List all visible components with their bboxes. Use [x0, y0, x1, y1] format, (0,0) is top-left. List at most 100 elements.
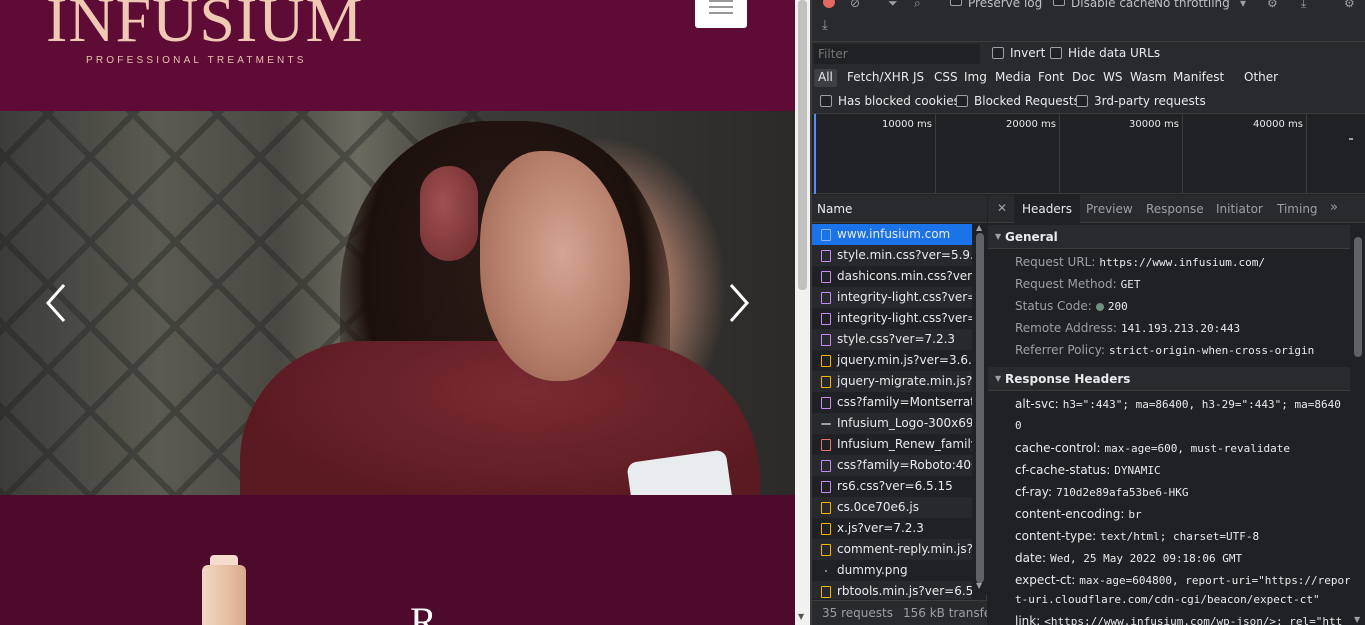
general-row: Request URL: https://www.infusium.com/ [1015, 255, 1265, 269]
scroll-down-arrow-icon[interactable]: ▼ [798, 612, 804, 621]
site-logo[interactable]: INFUSIUM [46, 0, 363, 52]
scroll-down-arrow-icon[interactable]: ▼ [976, 581, 982, 590]
clear-icon[interactable]: ⊘ [850, 0, 860, 10]
filter-input[interactable] [814, 44, 980, 64]
blocked-filter-bar: Has blocked cookies Blocked Requests 3rd… [812, 90, 1365, 114]
tab-response[interactable]: Response [1146, 202, 1204, 216]
expand-triangle-icon: ▼ [995, 374, 1002, 383]
script-icon [821, 544, 831, 556]
has-blocked-cookies-label: Has blocked cookies [838, 94, 960, 108]
type-filter-wasm[interactable]: Wasm [1126, 69, 1170, 87]
request-row[interactable]: Infusium_Renew_family_slider.jpg [812, 434, 972, 455]
menu-bar-icon [709, 6, 733, 8]
blocked-requests-checkbox[interactable] [956, 95, 968, 107]
request-row[interactable]: rbtools.min.js?ver=6.5.15 [812, 581, 972, 599]
invert-checkbox[interactable] [992, 47, 1004, 59]
stylesheet-icon [821, 292, 831, 304]
network-overview-timeline[interactable]: 10000 ms 20000 ms 30000 ms 40000 ms [812, 114, 1365, 194]
type-filter-media[interactable]: Media [991, 69, 1035, 87]
request-list-scrollbar[interactable]: ▲ ▼ [972, 223, 987, 595]
network-conditions-icon[interactable]: ⚙ [1267, 0, 1278, 10]
request-row[interactable]: style.css?ver=7.2.3 [812, 329, 972, 350]
request-row[interactable]: x.js?ver=7.2.3 [812, 518, 972, 539]
website-scrollbar-thumb[interactable] [798, 0, 807, 290]
request-row[interactable]: integrity-light.css?ver=7.2.3 [812, 308, 972, 329]
throttling-select[interactable]: No throttling [1154, 0, 1230, 10]
type-filter-img[interactable]: Img [960, 69, 991, 87]
slider-next-arrow-icon[interactable] [725, 281, 753, 325]
detail-scrollbar[interactable]: ▼ [1350, 237, 1365, 625]
type-filter-other[interactable]: Other [1240, 69, 1282, 87]
general-row: Referrer Policy: strict-origin-when-cross… [1015, 343, 1314, 357]
settings-gear-icon[interactable]: ⚙ [1344, 0, 1355, 10]
request-row[interactable]: rs6.css?ver=6.5.15 [812, 476, 972, 497]
timeline-tick-label: 40000 ms [1253, 119, 1303, 130]
timeline-gridline [935, 114, 936, 194]
response-headers-section-header[interactable]: ▼ Response Headers [988, 367, 1350, 391]
preserve-log-checkbox[interactable] [950, 0, 962, 6]
type-filter-css[interactable]: CSS [930, 69, 962, 87]
resource-type-filter: All Fetch/XHR JS CSS Img Media Font Doc … [812, 66, 1365, 90]
type-filter-js[interactable]: JS [909, 69, 928, 87]
request-row[interactable]: css?family=Roboto:400&display=swap [812, 455, 972, 476]
request-row[interactable]: style.min.css?ver=5.9.3 [812, 245, 972, 266]
type-filter-ws[interactable]: WS [1099, 69, 1126, 87]
expand-triangle-icon: ▼ [995, 232, 1002, 241]
request-row[interactable]: jquery.min.js?ver=3.6.0 [812, 350, 972, 371]
request-row[interactable]: jquery-migrate.min.js?ver=3.3.2 [812, 371, 972, 392]
hamburger-menu-button[interactable] [695, 0, 747, 28]
type-filter-doc[interactable]: Doc [1068, 69, 1099, 87]
third-party-requests-checkbox[interactable] [1076, 95, 1088, 107]
request-list-scrollbar-thumb[interactable] [976, 233, 984, 583]
scroll-up-arrow-icon[interactable]: ▲ [976, 223, 982, 232]
website-scrollbar[interactable]: ▼ [795, 0, 810, 625]
request-row[interactable]: comment-reply.min.js?ver=5.9.3 [812, 539, 972, 560]
search-icon[interactable]: ⌕ [914, 0, 921, 11]
tab-headers[interactable]: Headers [1014, 195, 1080, 223]
name-column-header[interactable]: Name [812, 195, 987, 223]
header-key: Status Code: [1015, 299, 1092, 313]
general-section-header[interactable]: ▼ General [988, 225, 1350, 249]
type-filter-font[interactable]: Font [1034, 69, 1068, 87]
filter-bar: Invert Hide data URLs [812, 42, 1365, 66]
type-filter-fetch-xhr[interactable]: Fetch/XHR [843, 69, 913, 87]
disable-cache-checkbox[interactable] [1053, 0, 1065, 6]
script-icon [821, 523, 831, 535]
request-row[interactable]: cs.0ce70e6.js [812, 497, 972, 518]
request-row[interactable]: Infusium_Logo-300x69.png [812, 413, 972, 434]
request-count: 35 requests [822, 606, 893, 620]
more-tabs-chevron-icon[interactable]: » [1330, 200, 1338, 215]
has-blocked-cookies-checkbox[interactable] [820, 95, 832, 107]
record-icon[interactable] [823, 0, 835, 8]
scroll-down-arrow-icon[interactable]: ▼ [1354, 615, 1360, 624]
screen: INFUSIUM PROFESSIONAL TREATMENTS R ▼ ⊘ ⏷… [0, 0, 1365, 625]
detail-scrollbar-thumb[interactable] [1354, 237, 1362, 357]
timeline-gridline [1306, 114, 1307, 194]
import-har-icon[interactable]: ⤓ [822, 18, 828, 33]
blocked-requests-label: Blocked Requests [974, 94, 1080, 108]
request-name: rs6.css?ver=6.5.15 [837, 479, 953, 493]
request-row[interactable]: css?family=Montserrat:400,700 [812, 392, 972, 413]
filter-icon[interactable]: ⏷ [888, 0, 898, 11]
response-header-row: cf-cache-status: DYNAMIC [1015, 463, 1161, 477]
tab-preview[interactable]: Preview [1086, 202, 1133, 216]
slider-prev-arrow-icon[interactable] [42, 281, 70, 325]
request-name: jquery-migrate.min.js?ver=3.3.2 [837, 374, 972, 388]
request-name: Infusium_Renew_family_slider.jpg [837, 437, 972, 451]
chevron-down-icon[interactable]: ▾ [1240, 0, 1246, 10]
hide-data-urls-checkbox[interactable] [1050, 47, 1062, 59]
export-har-icon[interactable]: ⤓ [1301, 0, 1306, 11]
tab-timing[interactable]: Timing [1277, 202, 1318, 216]
type-filter-all[interactable]: All [814, 69, 837, 87]
request-row[interactable]: integrity-light.css?ver=7.2.3 [812, 287, 972, 308]
tab-initiator[interactable]: Initiator [1216, 202, 1263, 216]
request-row[interactable]: dashicons.min.css?ver=5.9.3 [812, 266, 972, 287]
close-icon[interactable]: ✕ [997, 201, 1007, 215]
menu-bar-icon [709, 0, 733, 2]
request-row[interactable]: www.infusium.com [812, 224, 972, 245]
invert-label: Invert [1010, 46, 1046, 60]
request-row[interactable]: dummy.png [812, 560, 972, 581]
stylesheet-icon [821, 250, 831, 262]
type-filter-manifest[interactable]: Manifest [1169, 69, 1228, 87]
header-value: GET [1120, 278, 1141, 291]
